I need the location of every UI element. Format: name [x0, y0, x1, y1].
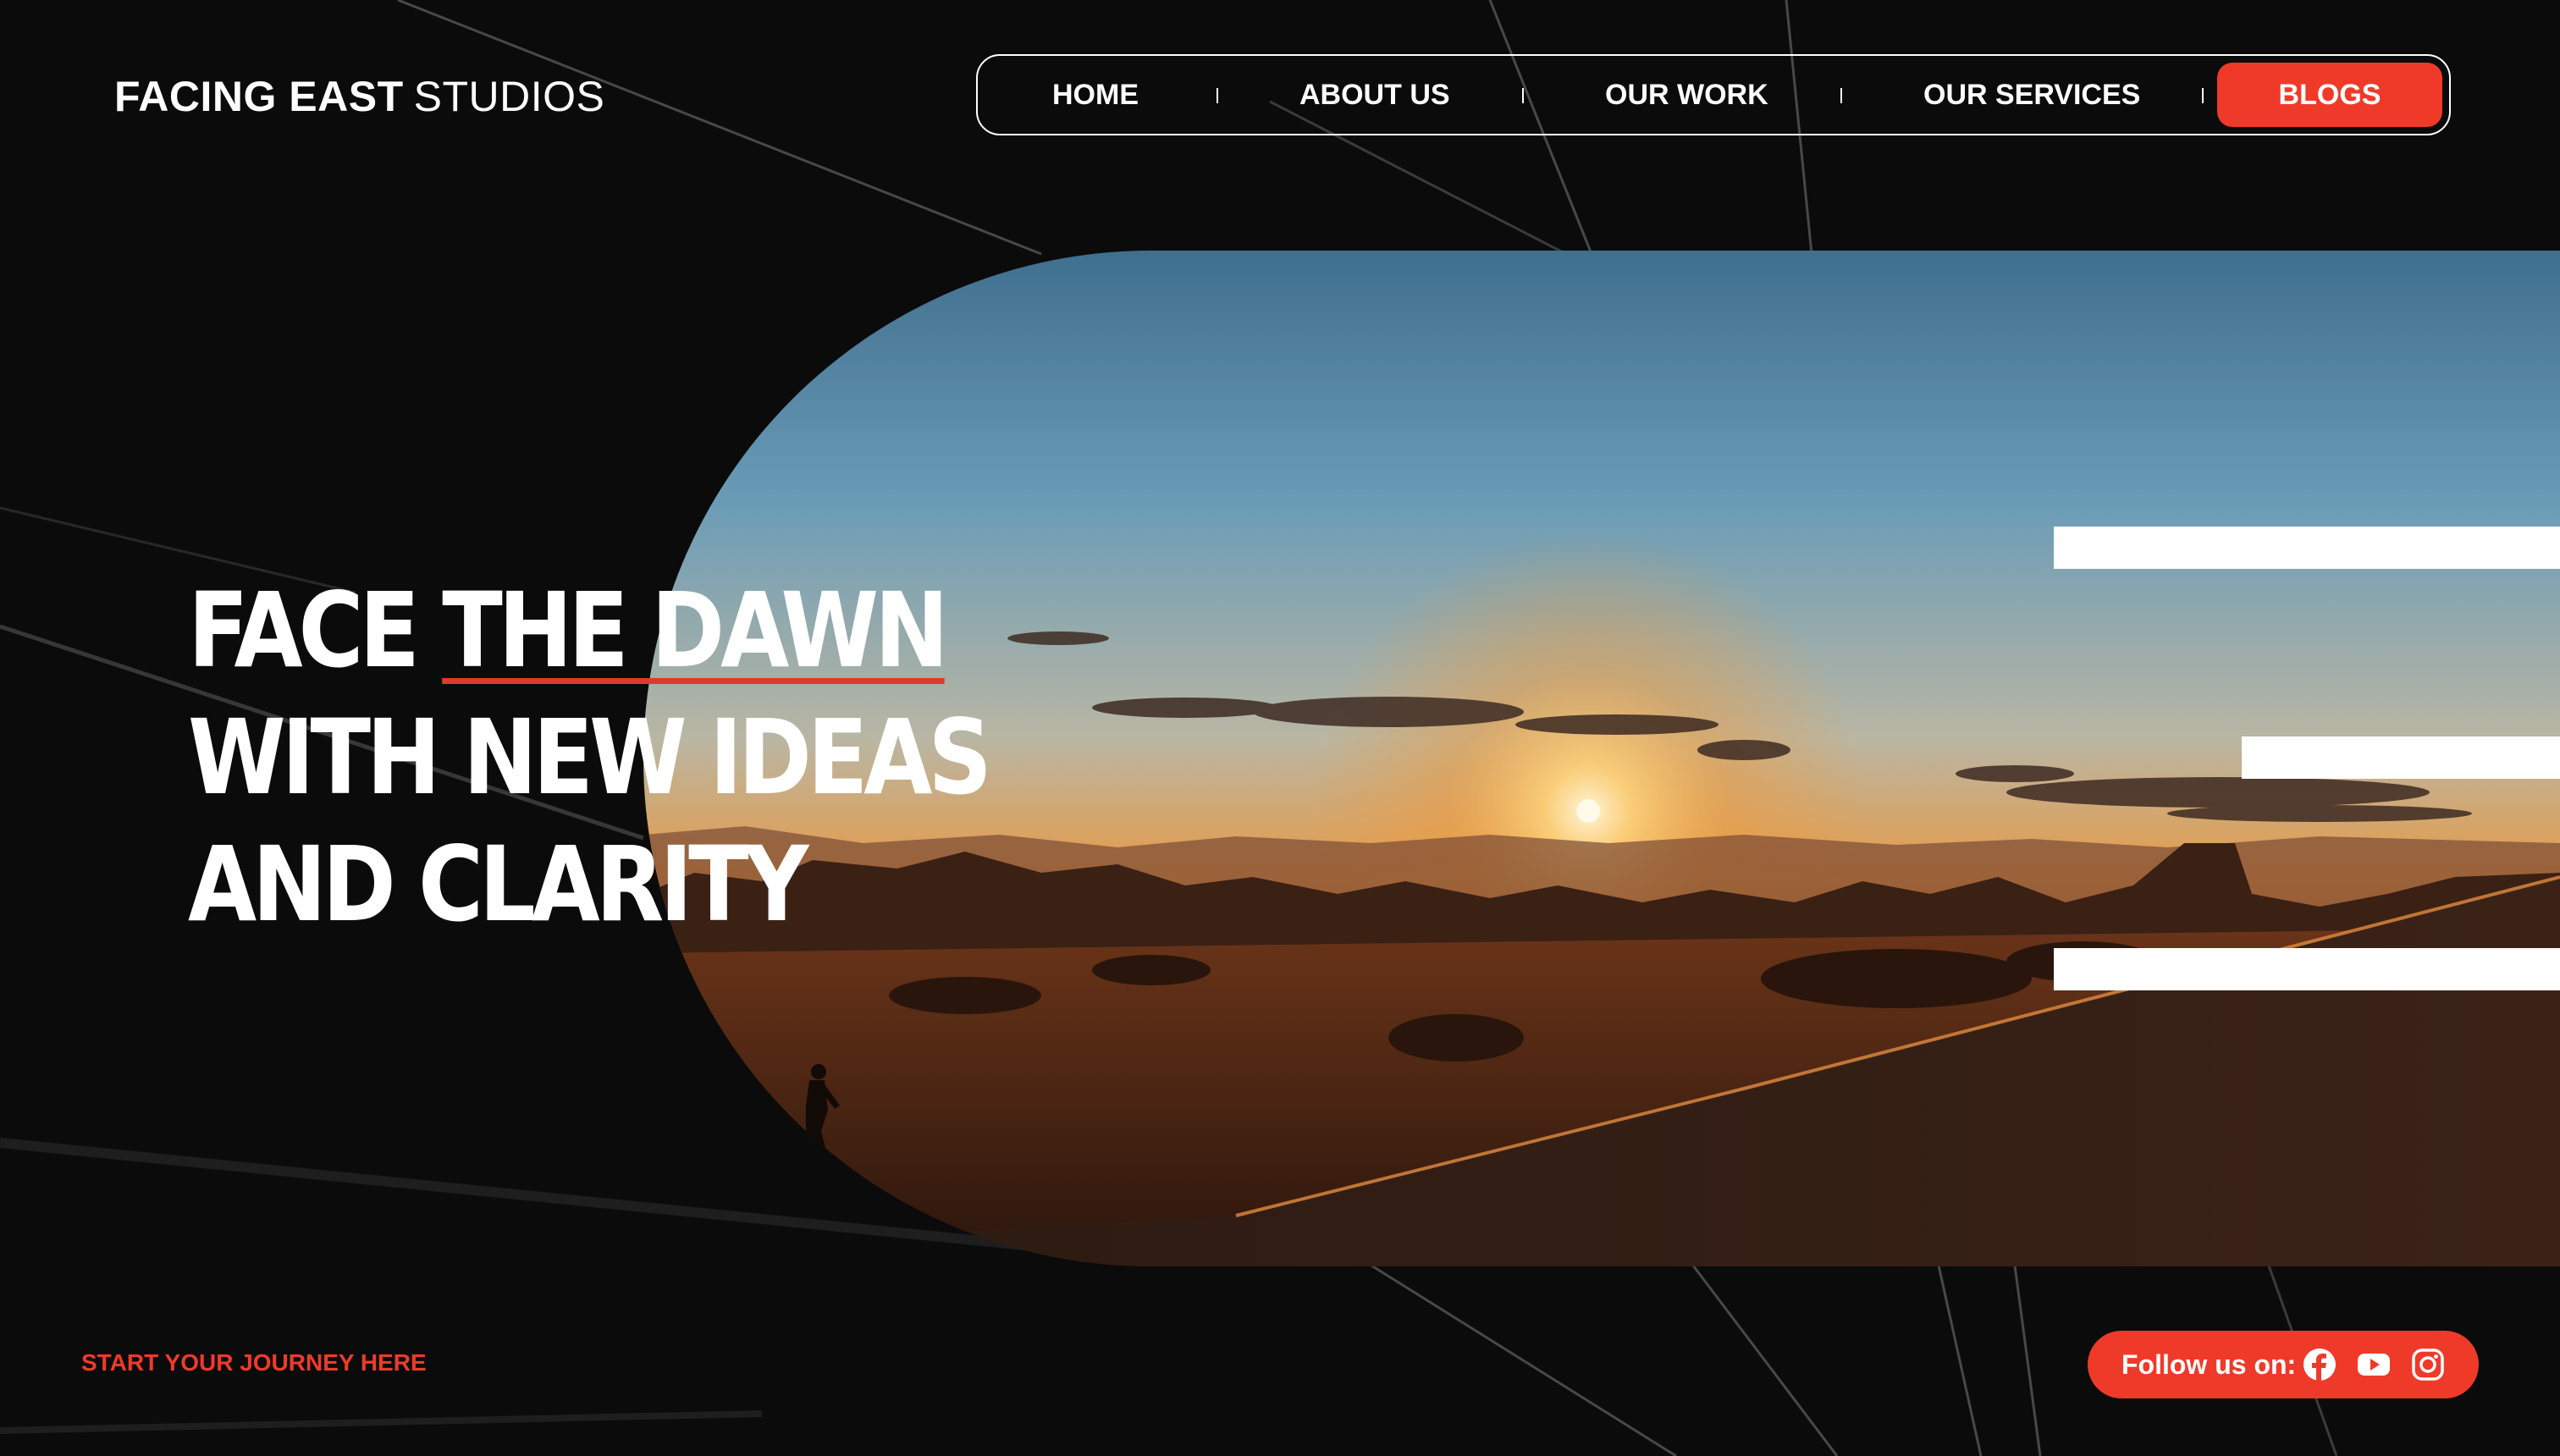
start-journey-link[interactable]: START YOUR JOURNEY HERE [81, 1349, 427, 1376]
brand-name-bold: FACING EAST [114, 73, 404, 120]
headline-text: FACE [188, 571, 443, 691]
nav-item-home[interactable]: HOME [1052, 56, 1139, 134]
nav-blogs-button[interactable]: BLOGS [2217, 63, 2442, 127]
headline-line-1: FACE THE DAWN [188, 567, 988, 694]
decorative-bar [2054, 948, 2560, 990]
nav-item-about-us[interactable]: ABOUT US [1299, 56, 1450, 134]
headline-line-2: WITH NEW IDEAS [188, 698, 992, 818]
nav-separator [1522, 88, 1524, 103]
instagram-icon[interactable] [2411, 1348, 2445, 1382]
nav-item-our-services[interactable]: OUR SERVICES [1923, 56, 2140, 134]
headline-highlight: THE DAWN [442, 571, 949, 691]
decorative-bar [2054, 527, 2560, 569]
follow-us-label: Follow us on: [2121, 1349, 2297, 1380]
decorative-bar [2242, 736, 2560, 779]
hero-headline: FACE THE DAWN WITH NEW IDEAS AND CLARITY [188, 567, 992, 948]
nav-item-our-work[interactable]: OUR WORK [1605, 56, 1768, 134]
main-navigation: HOME ABOUT US OUR WORK OUR SERVICES BLOG… [976, 54, 2451, 135]
nav-separator [2202, 88, 2204, 103]
brand-logo[interactable]: FACING EAST STUDIOS [114, 72, 604, 121]
facebook-icon[interactable] [2303, 1348, 2337, 1382]
brand-name-light: STUDIOS [413, 73, 605, 120]
nav-separator [1840, 88, 1842, 103]
youtube-icon[interactable] [2357, 1348, 2391, 1382]
follow-us-pill: Follow us on: [2088, 1331, 2479, 1398]
headline-line-3: AND CLARITY [188, 825, 808, 945]
nav-separator [1217, 88, 1218, 103]
